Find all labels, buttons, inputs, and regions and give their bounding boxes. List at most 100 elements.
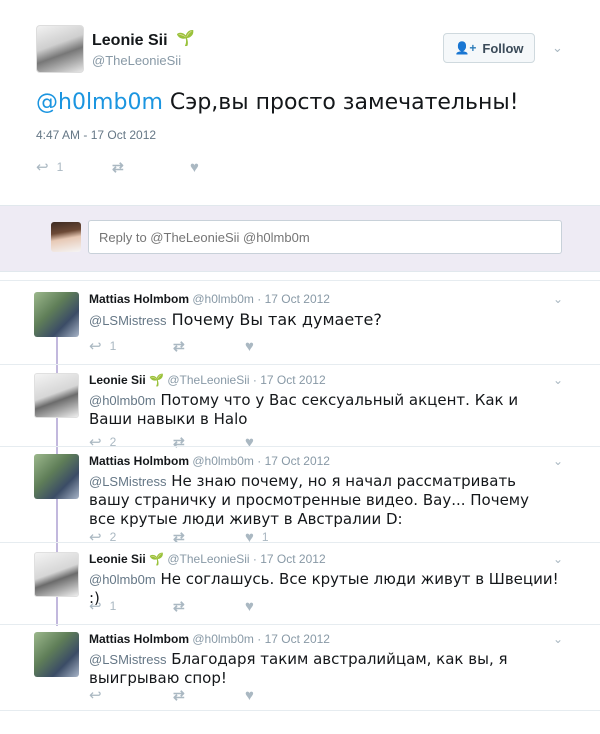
divider [0,446,600,447]
like-button[interactable]: ♥ [190,159,199,176]
chevron-down-icon[interactable]: ⌄ [553,292,563,306]
reply-tweet[interactable]: Mattias Holmbom @h0lmb0m · 17 Oct 2012 ⌄… [0,292,600,362]
chevron-down-icon[interactable]: ⌄ [552,40,563,56]
follow-person-icon: 👤+ [454,41,477,55]
chevron-down-icon[interactable]: ⌄ [553,373,563,387]
reply-text: @LSMistress Благодаря таким австралийцам… [89,650,559,688]
divider [0,364,600,365]
reply-author-name[interactable]: Mattias Holmbom [89,454,189,468]
retweet-icon: ⇄ [173,686,185,703]
reply-input[interactable] [88,220,562,254]
like-icon: ♥ [245,597,254,615]
retweet-button[interactable]: ⇄ [173,434,245,451]
mention-link[interactable]: @h0lmb0m [36,90,163,115]
like-button[interactable]: ♥ [245,434,254,451]
divider [0,280,600,281]
sprout-icon: 🌱 [149,552,164,566]
reply-text: @LSMistress Почему Вы так думаете? [89,310,559,330]
retweet-button[interactable]: ⇄ [173,598,245,615]
reply-icon: ↩ [89,687,102,704]
sprout-icon: 🌱 [149,373,164,387]
reply-button[interactable]: ↩ 2 [89,433,173,451]
reply-actions: ↩ 2 ⇄ ♥ [89,433,254,452]
mention-link[interactable]: @h0lmb0m [89,393,156,408]
reply-header: Mattias Holmbom @h0lmb0m · 17 Oct 2012 [89,454,330,468]
retweet-icon: ⇄ [112,158,124,175]
reply-icon: ↩ [89,598,102,615]
avatar[interactable] [34,632,79,677]
avatar[interactable] [34,373,79,418]
retweet-button[interactable]: ⇄ [173,687,245,704]
avatar[interactable] [34,454,79,499]
like-icon: ♥ [245,433,254,451]
reply-header: Leonie Sii 🌱 @TheLeonieSii · 17 Oct 2012 [89,373,326,387]
like-icon: ♥ [245,686,254,704]
reply-author-name[interactable]: Mattias Holmbom [89,292,189,306]
reply-author-handle[interactable]: @h0lmb0m [192,292,254,306]
tweet-actions: ↩ 1 ⇄ ♥ [36,158,199,177]
reply-date[interactable]: · 17 Oct 2012 [257,454,330,468]
reply-header: Mattias Holmbom @h0lmb0m · 17 Oct 2012 [89,632,330,646]
reply-button[interactable]: ↩ 1 [89,597,173,615]
reply-thread: Mattias Holmbom @h0lmb0m · 17 Oct 2012 ⌄… [0,272,600,734]
reply-body: Почему Вы так думаете? [171,310,382,329]
reply-header: Leonie Sii 🌱 @TheLeonieSii · 17 Oct 2012 [89,552,326,566]
reply-tweet[interactable]: Leonie Sii 🌱 @TheLeonieSii · 17 Oct 2012… [0,373,600,452]
sprout-icon: 🌱 [176,30,195,47]
retweet-icon: ⇄ [173,337,185,354]
reply-text: @LSMistress Не знаю почему, но я начал р… [89,472,559,529]
like-button[interactable]: ♥ [245,687,254,704]
reply-tweet[interactable]: Mattias Holmbom @h0lmb0m · 17 Oct 2012 ⌄… [0,632,600,707]
reply-button[interactable]: ↩ 1 [89,337,173,355]
timestamp[interactable]: 4:47 AM - 17 Oct 2012 [36,128,156,142]
retweet-button[interactable]: ⇄ [173,338,245,355]
avatar[interactable] [34,552,79,597]
reply-bar [0,205,600,272]
mention-link[interactable]: @LSMistress [89,652,167,667]
chevron-down-icon[interactable]: ⌄ [553,632,563,646]
tweet-text: @h0lmb0m Сэр,вы просто замечательны! [36,90,519,115]
avatar [51,222,81,252]
reply-author-name[interactable]: Leonie Sii [89,373,146,387]
reply-author-name[interactable]: Mattias Holmbom [89,632,189,646]
reply-author-name[interactable]: Leonie Sii [89,552,146,566]
mention-link[interactable]: @h0lmb0m [89,572,156,587]
reply-icon: ↩ [89,338,102,355]
chevron-down-icon[interactable]: ⌄ [553,552,563,566]
reply-text: @h0lmb0m Потому что у Вас сексуальный ак… [89,391,559,429]
reply-author-handle[interactable]: @h0lmb0m [192,632,254,646]
reply-date[interactable]: · 17 Oct 2012 [253,373,326,387]
reply-actions: ↩ 1 ⇄ ♥ [89,337,254,356]
retweet-icon: ⇄ [173,597,185,614]
like-button[interactable]: ♥ [245,338,254,355]
reply-actions: ↩ 1 ⇄ ♥ [89,597,254,616]
author-handle[interactable]: @TheLeonieSii [92,53,181,68]
reply-tweet[interactable]: Mattias Holmbom @h0lmb0m · 17 Oct 2012 ⌄… [0,454,600,546]
follow-button[interactable]: 👤+ Follow [443,33,535,63]
mention-link[interactable]: @LSMistress [89,474,167,489]
avatar[interactable] [34,292,79,337]
reply-actions: ↩ 2 ⇄ ♥ 1 [89,528,269,547]
reply-button[interactable]: ↩ [89,686,173,704]
reply-author-handle[interactable]: @TheLeonieSii [167,373,249,387]
like-button[interactable]: ♥ [245,598,254,615]
reply-date[interactable]: · 17 Oct 2012 [253,552,326,566]
reply-date[interactable]: · 17 Oct 2012 [257,292,330,306]
divider [0,710,600,711]
avatar[interactable] [36,25,84,73]
reply-icon: ↩ [36,159,49,176]
reply-button[interactable]: ↩ 1 [36,158,112,176]
divider [0,542,600,543]
tweet-body: Сэр,вы просто замечательны! [169,90,519,115]
like-icon: ♥ [245,337,254,355]
chevron-down-icon[interactable]: ⌄ [553,454,563,468]
reply-tweet[interactable]: Leonie Sii 🌱 @TheLeonieSii · 17 Oct 2012… [0,552,600,622]
retweet-button[interactable]: ⇄ [112,159,190,176]
reply-date[interactable]: · 17 Oct 2012 [257,632,330,646]
reply-button[interactable]: ↩ 2 [89,528,173,546]
reply-author-handle[interactable]: @h0lmb0m [192,454,254,468]
reply-author-handle[interactable]: @TheLeonieSii [167,552,249,566]
mention-link[interactable]: @LSMistress [89,313,167,328]
author-name[interactable]: Leonie Sii [92,32,168,50]
reply-icon: ↩ [89,434,102,451]
